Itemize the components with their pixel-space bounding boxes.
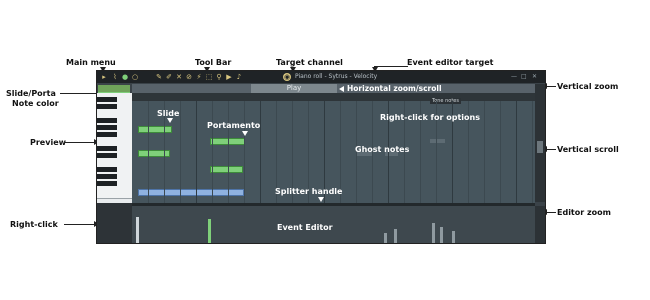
window-title[interactable]: Piano roll - Sytrus - Velocity	[295, 73, 377, 80]
velocity-bar[interactable]	[384, 233, 387, 243]
minimize-icon[interactable]: —	[511, 73, 517, 80]
target-channel-callout: Target channel	[276, 58, 343, 67]
right-click-options-label: Right-click for options	[380, 113, 480, 122]
play-button[interactable]: Play	[251, 84, 337, 93]
piano-black-key[interactable]	[97, 146, 117, 151]
event-editor-target-line	[374, 66, 408, 67]
portamento-arrow	[242, 131, 248, 136]
horizontal-zoom-arrow	[339, 86, 344, 92]
note[interactable]	[138, 150, 170, 157]
portamento-label: Portamento	[207, 121, 261, 130]
grid-line	[532, 101, 533, 203]
velocity-bar[interactable]	[440, 227, 443, 243]
tool-loop-icon[interactable]: ○	[131, 73, 139, 81]
grid-line	[244, 101, 245, 203]
slide-arrow	[167, 118, 173, 123]
grid-line	[212, 101, 213, 203]
velocity-bar[interactable]	[136, 217, 139, 243]
event-editor-target-callout: Event editor target	[407, 58, 494, 67]
preview-callout: Preview	[30, 138, 67, 147]
time-ruler[interactable]	[132, 93, 535, 101]
piano-black-key[interactable]	[97, 132, 117, 137]
vertical-scroll-callout: Vertical scroll	[557, 145, 619, 154]
slide-porta-line	[60, 93, 100, 94]
zoom-tool-icon[interactable]: ⚲	[215, 73, 223, 81]
tool-record-icon[interactable]: ●	[121, 73, 129, 81]
piano-black-key[interactable]	[97, 118, 117, 123]
target-channel-icon[interactable]: ◉	[283, 73, 291, 81]
maximize-icon[interactable]: □	[521, 73, 527, 80]
velocity-bar[interactable]	[394, 229, 397, 243]
event-editor[interactable]	[132, 206, 535, 243]
slide-porta-button[interactable]	[98, 85, 130, 92]
piano-black-key[interactable]	[97, 167, 117, 172]
paint-tool-icon[interactable]: ✐	[165, 73, 173, 81]
horizontal-zoom-callout: Horizontal zoom/scroll	[347, 84, 442, 93]
draw-tool-icon[interactable]: ✎	[155, 73, 163, 81]
piano-black-key[interactable]	[97, 97, 117, 102]
piano-black-key[interactable]	[97, 153, 117, 158]
close-icon[interactable]: ✕	[532, 73, 537, 80]
main-menu-callout: Main menu	[66, 58, 116, 67]
main-menu-icon[interactable]: ▸	[100, 73, 108, 81]
event-editor-panel-left[interactable]	[97, 203, 132, 243]
slide-note[interactable]	[138, 126, 172, 133]
event-editor-label: Event Editor	[277, 223, 333, 232]
note-tooltip: Tone notes	[430, 98, 461, 104]
velocity-bar[interactable]	[432, 223, 435, 243]
speaker-icon[interactable]: ♪	[235, 73, 243, 81]
title-bar: ▸ ⌇ ● ○ ✎ ✐ ✕ ⊘ ⚡ ⬚ ⚲ ▶ ♪ ◉ Piano roll -…	[97, 71, 545, 83]
vertical-zoom-callout: Vertical zoom	[557, 82, 619, 91]
tool-bar-callout: Tool Bar	[195, 58, 232, 67]
editor-zoom-scrollbar[interactable]	[535, 206, 545, 243]
grid-line	[500, 101, 501, 203]
grid-line	[180, 101, 181, 203]
piano-black-key[interactable]	[97, 181, 117, 186]
splitter-handle-arrow	[318, 197, 324, 202]
grid-line	[148, 101, 149, 203]
grid-line	[260, 101, 261, 203]
vertical-scroll-thumb[interactable]	[537, 141, 543, 153]
preview-line	[64, 142, 94, 143]
piano-black-key[interactable]	[97, 174, 117, 179]
slide-label: Slide	[157, 109, 180, 118]
slide-porta-callout: Slide/Porta	[6, 89, 56, 98]
piano-roll-window: ▸ ⌇ ● ○ ✎ ✐ ✕ ⊘ ⚡ ⬚ ⚲ ▶ ♪ ◉ Piano roll -…	[96, 70, 546, 244]
delete-tool-icon[interactable]: ✕	[175, 73, 183, 81]
piano-black-key[interactable]	[97, 125, 117, 130]
velocity-bar[interactable]	[452, 231, 455, 243]
editor-zoom-callout: Editor zoom	[557, 208, 611, 217]
piano-black-key[interactable]	[97, 104, 117, 109]
mute-tool-icon[interactable]: ⊘	[185, 73, 193, 81]
playback-tool-icon[interactable]: ▶	[225, 73, 233, 81]
ghost-notes-label: Ghost notes	[355, 145, 410, 154]
right-click-line	[64, 224, 94, 225]
note[interactable]	[210, 166, 243, 173]
note-color-callout: Note color	[12, 99, 59, 108]
right-click-callout: Right-click	[10, 220, 58, 229]
splitter-handle-label: Splitter handle	[275, 187, 343, 196]
velocity-bar[interactable]	[208, 219, 211, 243]
grid-line	[484, 101, 485, 203]
grid-line	[196, 101, 197, 203]
piano-keyboard[interactable]	[97, 93, 132, 203]
tool-magnet-icon[interactable]: ⌇	[111, 73, 119, 81]
grid-line	[516, 101, 517, 203]
piano-white-key[interactable]	[97, 191, 132, 199]
slice-tool-icon[interactable]: ⚡	[195, 73, 203, 81]
ghost-note	[430, 139, 445, 143]
grid-line	[228, 101, 229, 203]
select-tool-icon[interactable]: ⬚	[205, 73, 213, 81]
